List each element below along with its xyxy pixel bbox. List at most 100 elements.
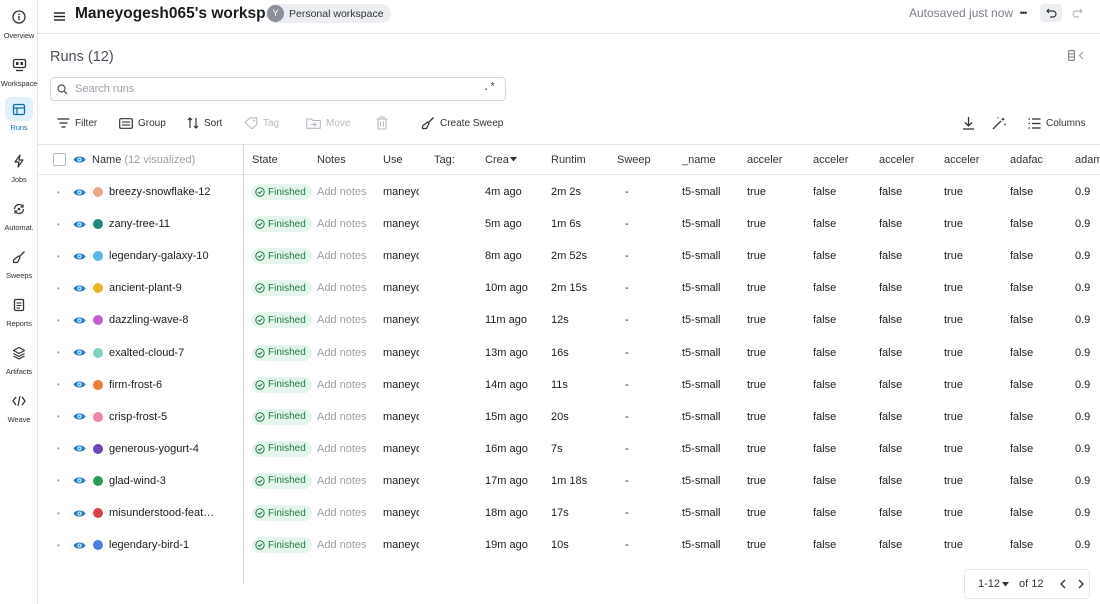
delete-button[interactable]	[376, 113, 388, 133]
column-header-adam[interactable]: adam	[1075, 145, 1100, 174]
notes-cell[interactable]: Add notes	[317, 337, 367, 369]
run-color-dot[interactable]	[93, 401, 103, 433]
notes-cell[interactable]: Add notes	[317, 240, 367, 272]
run-color-dot[interactable]	[93, 529, 103, 561]
row-drag-handle[interactable]: •	[57, 465, 60, 497]
run-name-link[interactable]: misunderstood-feat…	[109, 497, 239, 529]
nav-item-artifacts[interactable]: Artifacts	[0, 341, 38, 376]
table-row[interactable]: • misunderstood-feat… Finished Add notes man…	[38, 497, 1100, 529]
column-header-runtime[interactable]: Runtim	[551, 145, 611, 174]
user-cell[interactable]: maneyo	[383, 272, 419, 304]
user-cell[interactable]: maneyo	[383, 304, 419, 336]
next-page-button[interactable]	[1074, 577, 1088, 591]
user-cell[interactable]: maneyo	[383, 401, 419, 433]
column-header-tags[interactable]: Tag:	[434, 145, 480, 174]
user-cell[interactable]: maneyo	[383, 497, 419, 529]
workspace-chip[interactable]: Y Personal workspace	[266, 4, 391, 23]
table-row[interactable]: • glad-wind-3 Finished Add notes maneyo 17m a…	[38, 465, 1100, 497]
run-name-link[interactable]: ancient-plant-9	[109, 272, 239, 304]
sort-button[interactable]: Sort	[187, 113, 222, 133]
tag-button[interactable]: Tag	[244, 113, 279, 133]
nav-item-overview[interactable]: Overview	[0, 5, 38, 40]
column-header-created[interactable]: Crea	[485, 145, 545, 174]
nav-item-jobs[interactable]: Jobs	[0, 149, 38, 184]
nav-item-reports[interactable]: Reports	[0, 293, 38, 328]
run-color-dot[interactable]	[93, 433, 103, 465]
visibility-toggle[interactable]	[73, 433, 86, 465]
previous-page-button[interactable]	[1056, 577, 1070, 591]
notes-cell[interactable]: Add notes	[317, 401, 367, 433]
columns-button[interactable]: Columns	[1028, 113, 1085, 133]
notes-cell[interactable]: Add notes	[317, 497, 367, 529]
frozen-column-divider[interactable]	[243, 144, 244, 584]
search-runs-input[interactable]	[73, 82, 473, 96]
notes-cell[interactable]: Add notes	[317, 208, 367, 240]
run-color-dot[interactable]	[93, 465, 103, 497]
run-name-link[interactable]: exalted-cloud-7	[109, 337, 239, 369]
column-header-accelerator-4[interactable]: acceler	[944, 145, 1004, 174]
column-header-accelerator-3[interactable]: acceler	[879, 145, 939, 174]
nav-item-runs[interactable]: Runs	[0, 97, 38, 132]
column-header-user[interactable]: Use	[383, 145, 429, 174]
select-all-checkbox[interactable]	[53, 145, 66, 174]
regex-toggle-button[interactable]: .*	[483, 82, 496, 94]
table-row[interactable]: • legendary-bird-1 Finished Add notes maneyo…	[38, 529, 1100, 561]
page-range-select[interactable]: 1-12	[978, 578, 1010, 590]
visibility-toggle[interactable]	[73, 529, 86, 561]
user-cell[interactable]: maneyo	[383, 208, 419, 240]
column-header-notes[interactable]: Notes	[317, 145, 379, 174]
run-name-link[interactable]: zany-tree-11	[109, 208, 239, 240]
table-row[interactable]: • crisp-frost-5 Finished Add notes maneyo 15m…	[38, 401, 1100, 433]
row-drag-handle[interactable]: •	[57, 529, 60, 561]
row-drag-handle[interactable]: •	[57, 497, 60, 529]
run-color-dot[interactable]	[93, 497, 103, 529]
column-header-accelerator-1[interactable]: acceler	[747, 145, 807, 174]
visibility-toggle[interactable]	[73, 497, 86, 529]
run-name-link[interactable]: glad-wind-3	[109, 465, 239, 497]
column-header-name-config[interactable]: _name	[682, 145, 742, 174]
column-header-sweep[interactable]: Sweep	[617, 145, 677, 174]
user-cell[interactable]: maneyo	[383, 529, 419, 561]
run-name-link[interactable]: dazzling-wave-8	[109, 304, 239, 336]
table-row[interactable]: • exalted-cloud-7 Finished Add notes maneyo 1…	[38, 337, 1100, 369]
run-color-dot[interactable]	[93, 208, 103, 240]
hamburger-menu-icon[interactable]	[50, 7, 68, 25]
user-cell[interactable]: maneyo	[383, 176, 419, 208]
notes-cell[interactable]: Add notes	[317, 272, 367, 304]
row-drag-handle[interactable]: •	[57, 369, 60, 401]
nav-item-sweeps[interactable]: Sweeps	[0, 245, 38, 280]
visibility-toggle[interactable]	[73, 240, 86, 272]
user-cell[interactable]: maneyo	[383, 465, 419, 497]
table-row[interactable]: • firm-frost-6 Finished Add notes maneyo 14m …	[38, 369, 1100, 401]
nav-item-automations[interactable]: Automat.	[0, 197, 38, 232]
panel-collapse-toggle[interactable]	[1068, 50, 1084, 61]
column-header-name[interactable]: Name (12 visualized)	[92, 145, 195, 174]
visibility-toggle[interactable]	[73, 208, 86, 240]
notes-cell[interactable]: Add notes	[317, 433, 367, 465]
row-drag-handle[interactable]: •	[57, 401, 60, 433]
download-button[interactable]	[962, 113, 975, 133]
table-row[interactable]: • breezy-snowflake-12 Finished Add notes man…	[38, 176, 1100, 208]
nav-item-weave[interactable]: Weave	[0, 389, 38, 424]
table-row[interactable]: • zany-tree-11 Finished Add notes maneyo 5m a…	[38, 208, 1100, 240]
undo-button[interactable]	[1040, 4, 1062, 22]
notes-cell[interactable]: Add notes	[317, 176, 367, 208]
visibility-toggle-all[interactable]	[73, 145, 86, 174]
group-button[interactable]: Group	[119, 113, 166, 133]
notes-cell[interactable]: Add notes	[317, 465, 367, 497]
visibility-toggle[interactable]	[73, 337, 86, 369]
run-color-dot[interactable]	[93, 176, 103, 208]
row-drag-handle[interactable]: •	[57, 208, 60, 240]
run-name-link[interactable]: legendary-galaxy-10	[109, 240, 239, 272]
filter-button[interactable]: Filter	[57, 113, 97, 133]
notes-cell[interactable]: Add notes	[317, 529, 367, 561]
run-color-dot[interactable]	[93, 369, 103, 401]
run-color-dot[interactable]	[93, 272, 103, 304]
visibility-toggle[interactable]	[73, 272, 86, 304]
user-cell[interactable]: maneyo	[383, 433, 419, 465]
column-header-accelerator-2[interactable]: acceler	[813, 145, 873, 174]
run-name-link[interactable]: firm-frost-6	[109, 369, 239, 401]
magic-wand-button[interactable]	[992, 113, 1007, 133]
run-color-dot[interactable]	[93, 337, 103, 369]
run-name-link[interactable]: generous-yogurt-4	[109, 433, 239, 465]
